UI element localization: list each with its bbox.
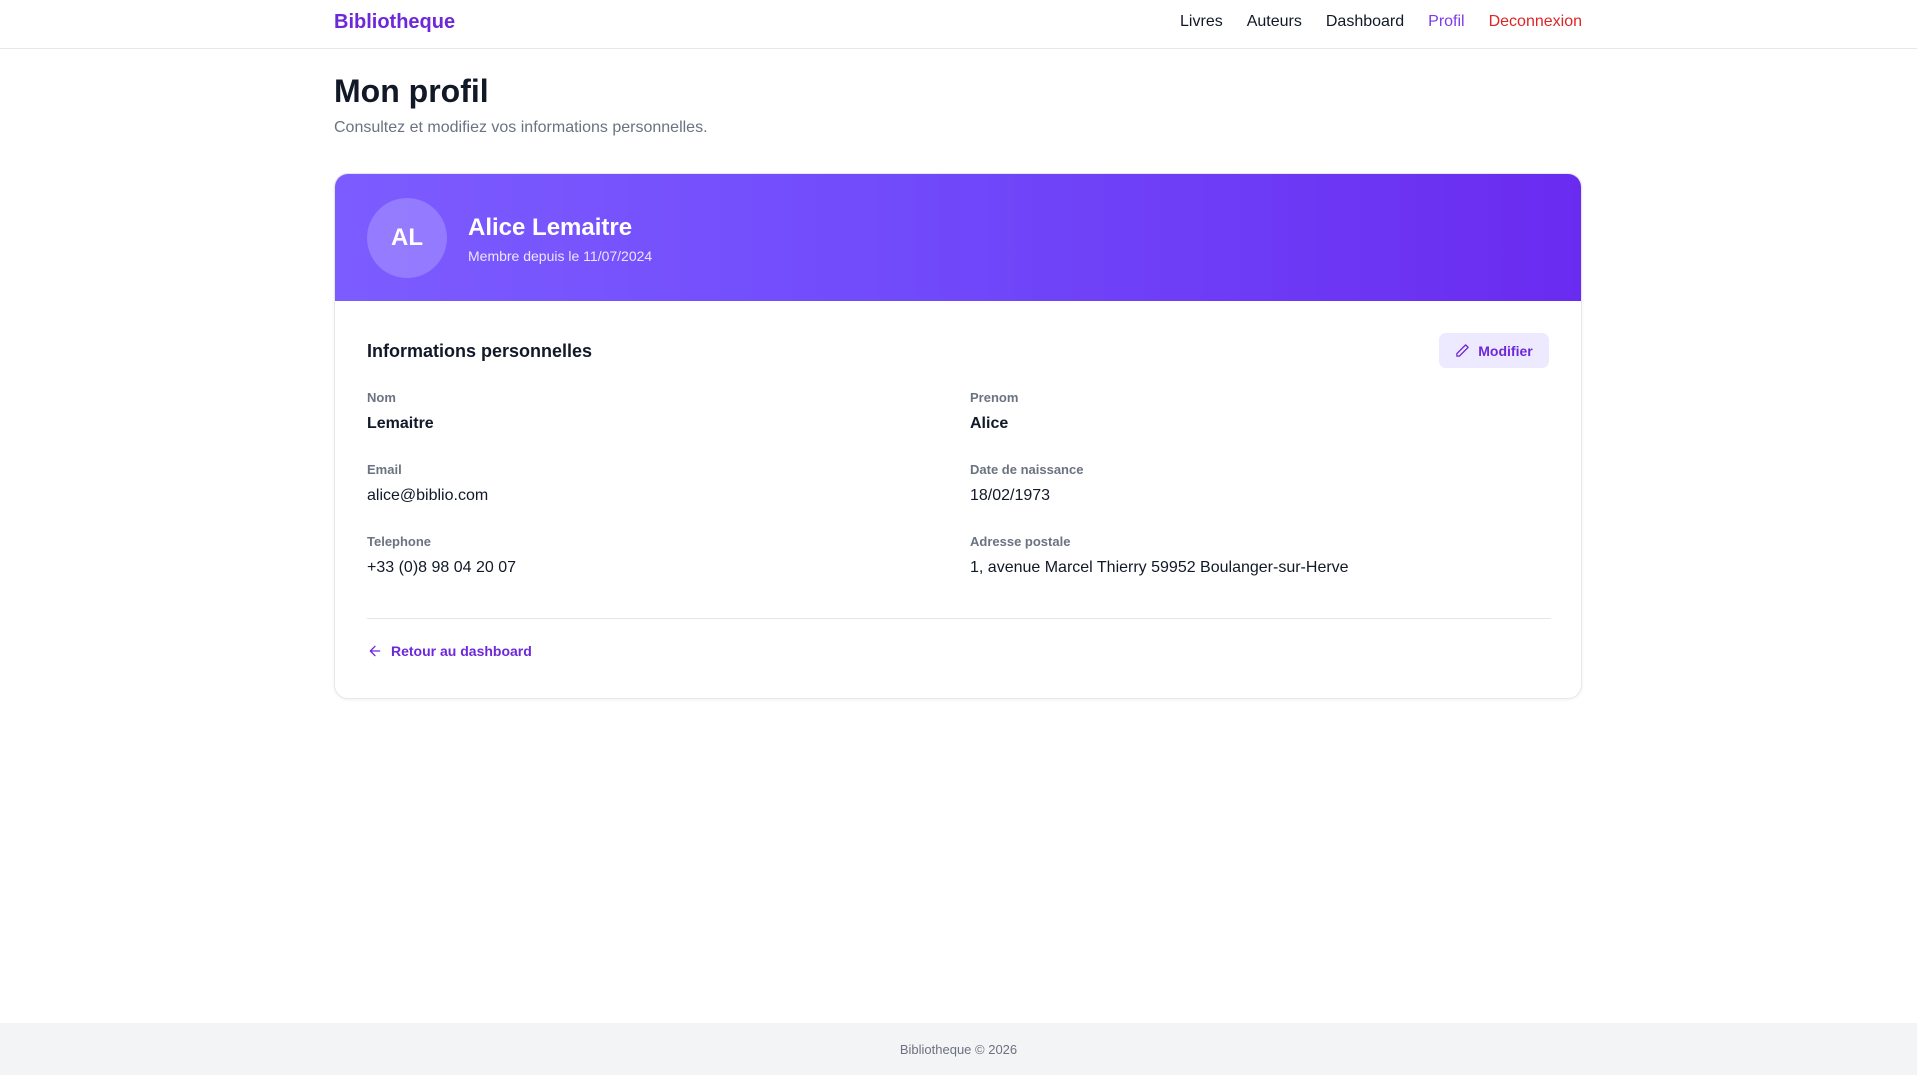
- avatar: AL: [367, 198, 447, 278]
- field-value: 1, avenue Marcel Thierry 59952 Boulanger…: [970, 559, 1349, 576]
- divider: [367, 618, 1551, 619]
- profile-card: AL Alice Lemaitre Membre depuis le 11/07…: [334, 173, 1582, 699]
- navbar: Bibliotheque Livres Auteurs Dashboard Pr…: [0, 0, 1917, 49]
- modify-button-label: Modifier: [1478, 342, 1533, 359]
- field-value: alice@biblio.com: [367, 487, 489, 504]
- nav-link-profil[interactable]: Profil: [1428, 13, 1464, 31]
- page-subtitle: Consultez et modifiez vos informations p…: [334, 119, 708, 136]
- back-to-dashboard-link[interactable]: Retour au dashboard: [367, 643, 532, 659]
- field-adresse: Adresse postale 1, avenue Marcel Thierry…: [970, 534, 1349, 577]
- nav-link-auteurs[interactable]: Auteurs: [1247, 13, 1302, 31]
- nav-link-dashboard[interactable]: Dashboard: [1326, 13, 1404, 31]
- field-date-naissance: Date de naissance 18/02/1973: [970, 462, 1083, 505]
- back-link-label: Retour au dashboard: [391, 643, 532, 659]
- field-telephone: Telephone +33 (0)8 98 04 20 07: [367, 534, 516, 577]
- field-nom: Nom Lemaitre: [367, 390, 434, 433]
- field-value: Lemaitre: [367, 415, 434, 432]
- page-title: Mon profil: [334, 73, 489, 109]
- footer: Bibliotheque © 2026: [0, 1023, 1917, 1075]
- field-label: Date de naissance: [970, 462, 1084, 477]
- brand-logo[interactable]: Bibliotheque: [334, 11, 455, 34]
- nav-links: Livres Auteurs Dashboard Profil Deconnex…: [1180, 13, 1582, 31]
- member-since: Membre depuis le 11/07/2024: [468, 248, 653, 264]
- arrow-left-icon: [369, 645, 381, 657]
- field-label: Nom: [367, 390, 396, 405]
- nav-link-livres[interactable]: Livres: [1180, 13, 1223, 31]
- field-label: Prenom: [970, 390, 1019, 405]
- field-value: Alice: [970, 415, 1009, 432]
- field-email: Email alice@biblio.com: [367, 462, 488, 505]
- footer-text: Bibliotheque © 2026: [899, 1041, 1018, 1057]
- profile-header: AL Alice Lemaitre Membre depuis le 11/07…: [335, 174, 1581, 301]
- field-value: 18/02/1973: [970, 487, 1051, 504]
- field-prenom: Prenom Alice: [970, 390, 1018, 433]
- section-title: Informations personnelles: [367, 341, 593, 361]
- field-value: +33 (0)8 98 04 20 07: [367, 559, 517, 576]
- field-label: Email: [367, 462, 402, 477]
- pencil-icon: [1456, 344, 1470, 357]
- modify-button[interactable]: Modifier: [1439, 333, 1549, 368]
- field-label: Adresse postale: [970, 534, 1071, 549]
- nav-link-deconnexion[interactable]: Deconnexion: [1489, 13, 1582, 31]
- user-name: Alice Lemaitre: [468, 214, 633, 241]
- field-label: Telephone: [367, 534, 432, 549]
